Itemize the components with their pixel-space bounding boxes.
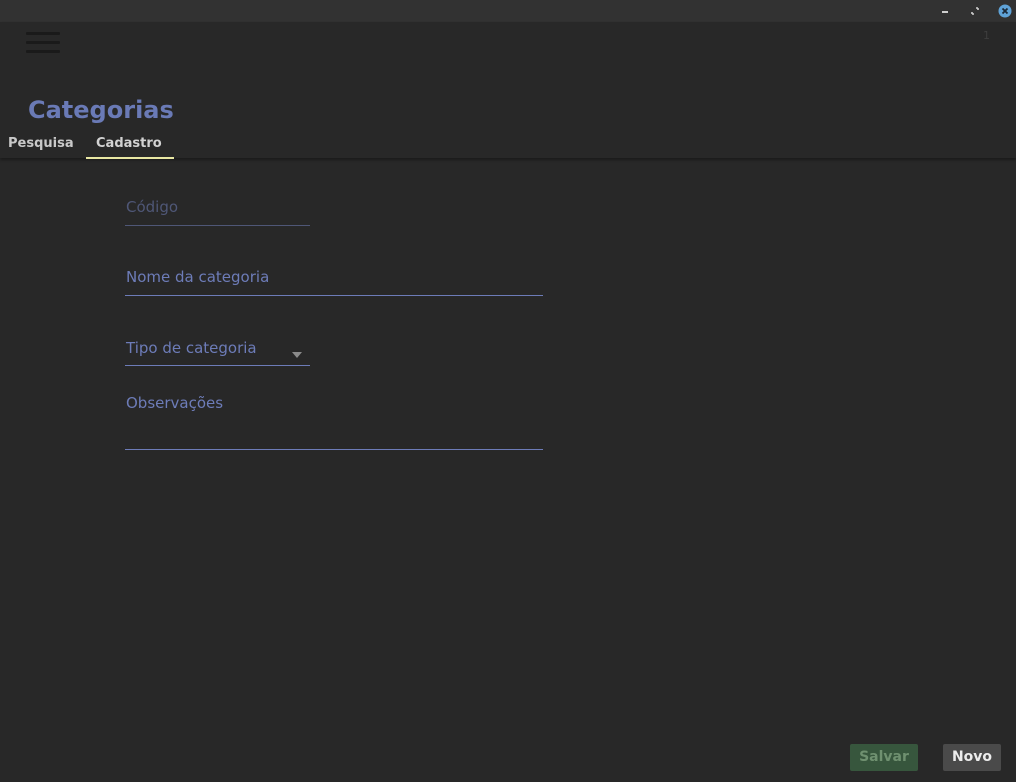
dropdown-arrow-icon bbox=[291, 345, 303, 364]
page-title: Categorias bbox=[28, 96, 174, 124]
nome-categoria-underline bbox=[125, 295, 543, 296]
novo-button[interactable]: Novo bbox=[943, 744, 1001, 771]
nome-categoria-label: Nome da categoria bbox=[126, 268, 270, 286]
tab-pesquisa[interactable]: Pesquisa bbox=[8, 135, 74, 159]
observacoes-label: Observações bbox=[126, 394, 224, 412]
tipo-categoria-select[interactable]: Tipo de categoria bbox=[125, 339, 310, 366]
codigo-field[interactable]: Código bbox=[125, 198, 310, 226]
observacoes-field[interactable]: Observações bbox=[125, 394, 543, 450]
window-titlebar bbox=[0, 0, 1016, 22]
maximize-icon[interactable] bbox=[967, 3, 983, 19]
close-icon[interactable] bbox=[997, 3, 1013, 19]
nome-categoria-field[interactable]: Nome da categoria bbox=[125, 268, 543, 296]
page-header: 1 Categorias Pesquisa Cadastro bbox=[0, 22, 1016, 159]
hamburger-menu-icon[interactable] bbox=[26, 32, 60, 58]
header-count: 1 bbox=[983, 29, 990, 42]
codigo-underline bbox=[125, 225, 310, 226]
app-content: 1 Categorias Pesquisa Cadastro Código No… bbox=[0, 22, 1016, 782]
tipo-categoria-label: Tipo de categoria bbox=[126, 339, 257, 357]
codigo-label: Código bbox=[126, 198, 179, 216]
tab-cadastro[interactable]: Cadastro bbox=[86, 135, 174, 159]
observacoes-underline bbox=[125, 449, 543, 450]
tipo-categoria-underline bbox=[125, 365, 310, 366]
minimize-icon[interactable] bbox=[937, 3, 953, 19]
salvar-button[interactable]: Salvar bbox=[850, 744, 918, 771]
